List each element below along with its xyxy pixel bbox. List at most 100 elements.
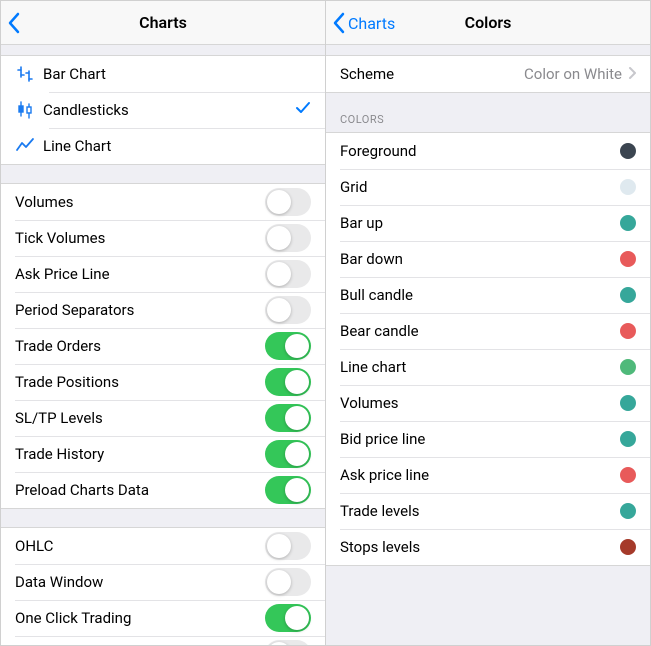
toggle-sl-tp-levels[interactable]: [265, 404, 311, 432]
setting-trade-history: Trade History: [1, 436, 325, 472]
chart-type-group: Bar Chart Candlesticks Line Chart: [1, 55, 325, 165]
color-label: Bull candle: [340, 286, 620, 304]
color-swatch: [620, 143, 636, 159]
toggle-tick-volumes[interactable]: [265, 224, 311, 252]
setting-label: One Click Trading: [15, 609, 265, 627]
setting-label: OHLC: [15, 537, 265, 555]
color-row-bear-candle[interactable]: Bear candle: [326, 313, 650, 349]
color-label: Ask price line: [340, 466, 620, 484]
checkmark-icon: [295, 101, 311, 119]
color-swatch: [620, 467, 636, 483]
color-row-bar-down[interactable]: Bar down: [326, 241, 650, 277]
toggle-ask-price-line[interactable]: [265, 260, 311, 288]
color-label: Bar down: [340, 250, 620, 268]
color-row-stops-levels[interactable]: Stops levels: [326, 529, 650, 565]
bar-chart-icon: [15, 64, 43, 84]
line-chart-icon: [15, 136, 43, 156]
setting-ohlc: OHLC: [1, 528, 325, 564]
color-row-grid[interactable]: Grid: [326, 169, 650, 205]
setting-label: Period Separators: [15, 301, 265, 319]
setting-trade-orders: Trade Orders: [1, 328, 325, 364]
color-swatch: [620, 395, 636, 411]
setting-volumes: Volumes: [1, 184, 325, 220]
chevron-right-icon: [628, 65, 636, 83]
scheme-value: Color on White: [524, 65, 622, 83]
setting-label: SL/TP Levels: [15, 409, 265, 427]
color-label: Bid price line: [340, 430, 620, 448]
color-label: Trade levels: [340, 502, 620, 520]
setting-label: Tick Volumes: [15, 229, 265, 247]
setting-label: Trade Orders: [15, 337, 265, 355]
color-swatch: [620, 359, 636, 375]
color-label: Foreground: [340, 142, 620, 160]
color-row-volumes-c[interactable]: Volumes: [326, 385, 650, 421]
color-label: Bar up: [340, 214, 620, 232]
color-swatch: [620, 431, 636, 447]
toggles-group-1: Volumes Tick Volumes Ask Price Line Period …: [1, 183, 325, 509]
color-row-bar-up[interactable]: Bar up: [326, 205, 650, 241]
back-chevron-icon: [332, 12, 345, 34]
back-button[interactable]: Charts: [332, 1, 395, 45]
chart-type-label: Candlesticks: [43, 101, 295, 119]
setting-trade-positions: Trade Positions: [1, 364, 325, 400]
color-swatch: [620, 251, 636, 267]
color-swatch: [620, 215, 636, 231]
color-label: Volumes: [340, 394, 620, 412]
color-row-bull-candle[interactable]: Bull candle: [326, 277, 650, 313]
setting-sl-tp-levels: SL/TP Levels: [1, 400, 325, 436]
toggle-preload-charts[interactable]: [265, 476, 311, 504]
setting-period-separators: Period Separators: [1, 292, 325, 328]
scheme-group: Scheme Color on White: [326, 55, 650, 93]
setting-label: Preload Charts Data: [15, 481, 265, 499]
setting-preload-charts: Preload Charts Data: [1, 472, 325, 508]
toggle-trade-history[interactable]: [265, 440, 311, 468]
toggle-data-window[interactable]: [265, 568, 311, 596]
scheme-label: Scheme: [340, 65, 524, 83]
color-swatch: [620, 503, 636, 519]
color-row-trade-levels[interactable]: Trade levels: [326, 493, 650, 529]
color-label: Grid: [340, 178, 620, 196]
chart-type-label: Bar Chart: [43, 65, 311, 83]
color-swatch: [620, 179, 636, 195]
color-swatch: [620, 539, 636, 555]
color-row-line-chart-c[interactable]: Line chart: [326, 349, 650, 385]
color-swatch: [620, 323, 636, 339]
setting-tick-volumes: Tick Volumes: [1, 220, 325, 256]
color-row-ask-price[interactable]: Ask price line: [326, 457, 650, 493]
chart-type-label: Line Chart: [43, 137, 311, 155]
toggle-ohlc[interactable]: [265, 532, 311, 560]
back-chevron-icon: [7, 12, 20, 34]
color-label: Bear candle: [340, 322, 620, 340]
scheme-row[interactable]: Scheme Color on White: [326, 56, 650, 92]
chart-type-bar-chart[interactable]: Bar Chart: [1, 56, 325, 92]
toggle-period-separators[interactable]: [265, 296, 311, 324]
candle-chart-icon: [15, 100, 43, 120]
colors-navbar: Charts Colors: [326, 1, 650, 45]
chart-type-candlesticks[interactable]: Candlesticks: [1, 92, 325, 128]
toggles-group-2: OHLC Data Window One Click Trading Trading …: [1, 527, 325, 645]
setting-data-window: Data Window: [1, 564, 325, 600]
color-row-foreground[interactable]: Foreground: [326, 133, 650, 169]
colors-settings-pane: Charts Colors Scheme Color on White COLO…: [325, 1, 650, 645]
color-row-bid-price[interactable]: Bid price line: [326, 421, 650, 457]
colors-group: Foreground Grid Bar up Bar down Bull candle B…: [326, 132, 650, 566]
color-label: Stops levels: [340, 538, 620, 556]
setting-label: Trade History: [15, 445, 265, 463]
setting-label: Data Window: [15, 573, 265, 591]
toggle-trading-panel-bot[interactable]: [265, 640, 311, 645]
color-swatch: [620, 287, 636, 303]
toggle-trade-orders[interactable]: [265, 332, 311, 360]
setting-trading-panel-bot: Trading Panel at the Bottom: [1, 636, 325, 645]
setting-one-click-trading: One Click Trading: [1, 600, 325, 636]
charts-settings-pane: Charts Bar ChartCandlesticksLine Chart V…: [1, 1, 325, 645]
toggle-one-click-trading[interactable]: [265, 604, 311, 632]
page-title: Colors: [465, 13, 512, 32]
back-button[interactable]: [7, 1, 20, 45]
setting-label: Volumes: [15, 193, 265, 211]
back-label: Charts: [348, 14, 395, 33]
chart-type-line-chart[interactable]: Line Chart: [1, 128, 325, 164]
color-label: Line chart: [340, 358, 620, 376]
toggle-volumes[interactable]: [265, 188, 311, 216]
toggle-trade-positions[interactable]: [265, 368, 311, 396]
setting-label: Ask Price Line: [15, 265, 265, 283]
